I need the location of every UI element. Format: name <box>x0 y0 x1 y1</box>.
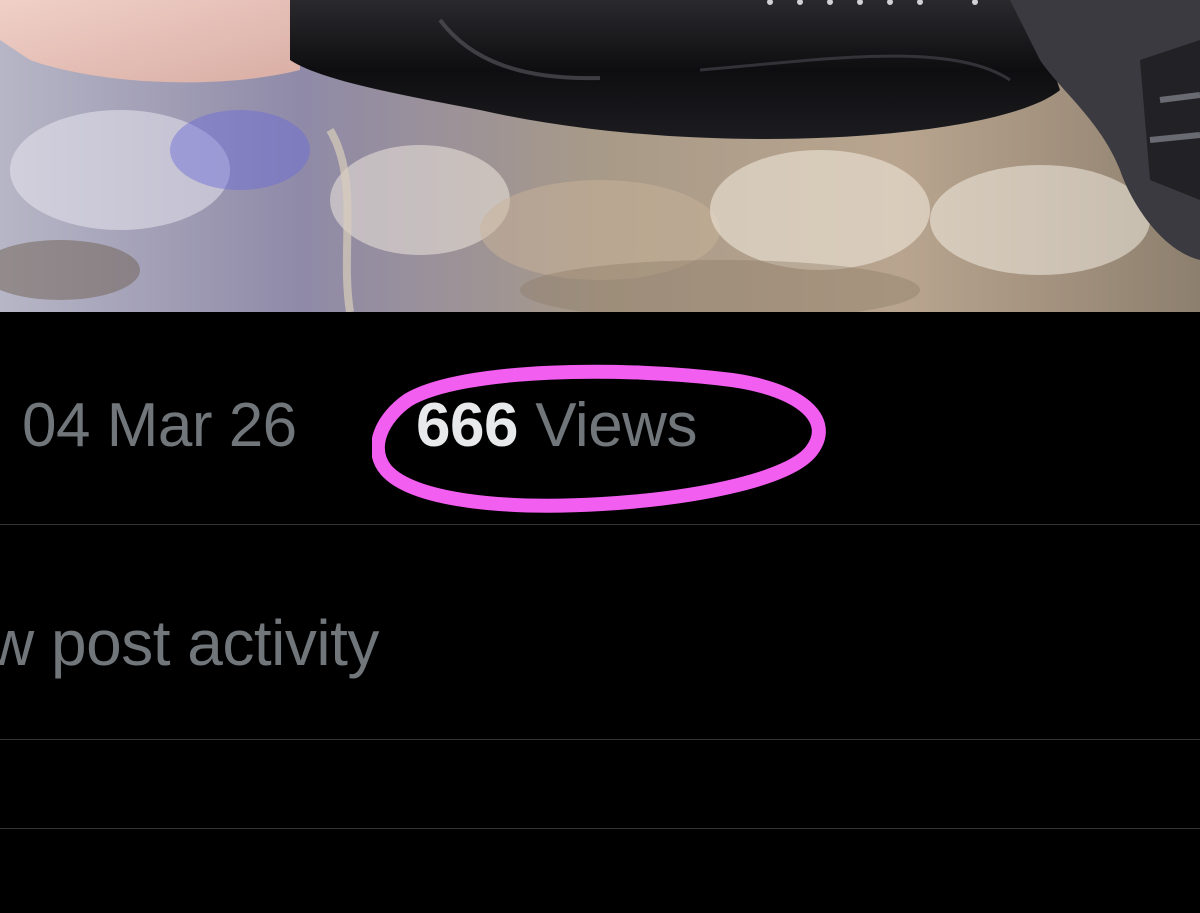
view-post-activity-label: w post activity <box>0 607 379 679</box>
divider <box>0 828 1200 829</box>
views-label: Views <box>535 391 697 460</box>
next-row[interactable]: ... <box>0 740 1200 828</box>
post-date[interactable]: 04 Mar 26 <box>22 388 297 464</box>
photo-icon <box>0 0 1200 312</box>
views-count: 666 <box>416 391 518 460</box>
next-row-label: ... <box>150 810 200 828</box>
view-post-activity-button[interactable]: w post activity <box>0 525 1200 739</box>
post-meta-row: 04 Mar 26 666 Views <box>0 312 1200 524</box>
post-image[interactable] <box>0 0 1200 312</box>
views-counter[interactable]: 666 Views <box>416 388 697 464</box>
